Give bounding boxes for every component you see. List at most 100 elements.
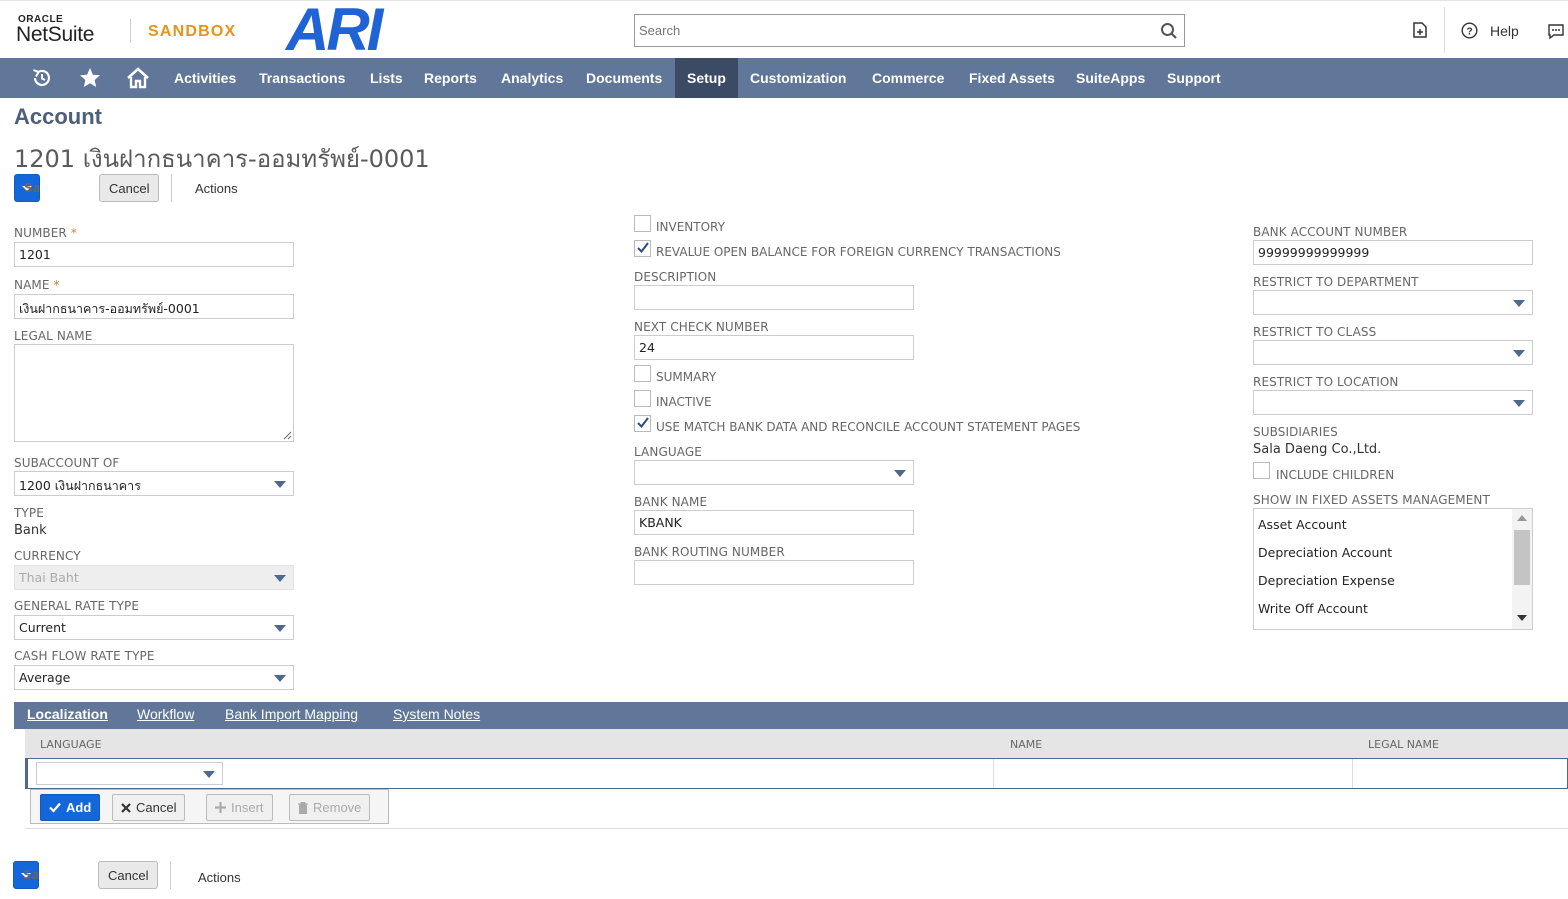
cell-divider: [1352, 759, 1353, 788]
general-rate-select[interactable]: Current: [14, 615, 294, 640]
save-button-label[interactable]: Save: [14, 862, 38, 888]
netsuite-logo[interactable]: NetSuite: [16, 23, 94, 47]
summary-checkbox[interactable]: [634, 365, 651, 382]
toolbar-divider: [170, 861, 171, 889]
grid-language-select[interactable]: [36, 762, 223, 785]
save-button[interactable]: Save: [14, 174, 40, 202]
nav-support[interactable]: Support: [1155, 58, 1233, 98]
help-link[interactable]: Help: [1490, 23, 1519, 39]
checkmark-icon: [637, 242, 649, 254]
number-label: NUMBER *: [14, 226, 77, 240]
fixed-assets-option[interactable]: Write Off Account: [1258, 601, 1368, 616]
nav-reports[interactable]: Reports: [412, 58, 489, 98]
sandbox-label: SANDBOX: [148, 23, 237, 40]
trash-icon: [298, 801, 308, 814]
recent-icon[interactable]: [30, 66, 54, 90]
restrict-location-select[interactable]: [1253, 390, 1533, 415]
tab-workflow[interactable]: Workflow: [137, 706, 194, 722]
description-field[interactable]: [634, 285, 914, 310]
nav-lists[interactable]: Lists: [358, 58, 415, 98]
search-icon[interactable]: [1160, 22, 1178, 40]
chat-icon[interactable]: [1547, 22, 1565, 40]
listbox-scrollbar[interactable]: [1512, 509, 1532, 629]
nav-fixed-assets[interactable]: Fixed Assets: [957, 58, 1067, 98]
subtab-bar: Localization Workflow Bank Import Mappin…: [14, 702, 1568, 729]
fixed-assets-option[interactable]: Asset Account: [1258, 517, 1347, 532]
localization-grid-header: LANGUAGE NAME LEGAL NAME: [25, 729, 1568, 759]
star-icon[interactable]: [78, 66, 102, 90]
grid-divider: [25, 828, 1568, 829]
number-field[interactable]: 1201: [14, 242, 294, 267]
nav-documents[interactable]: Documents: [574, 58, 674, 98]
currency-select: Thai Baht: [14, 565, 294, 590]
save-button-bottom[interactable]: Save: [13, 861, 39, 889]
include-children-checkbox[interactable]: [1253, 462, 1270, 479]
column-header-legal-name[interactable]: LEGAL NAME: [1368, 738, 1439, 751]
nav-customization[interactable]: Customization: [738, 58, 858, 98]
legal-name-textarea[interactable]: [14, 344, 294, 442]
routing-label: BANK ROUTING NUMBER: [634, 545, 785, 559]
chevron-down-icon: [274, 625, 286, 632]
global-search[interactable]: [634, 14, 1185, 47]
nav-commerce[interactable]: Commerce: [860, 58, 956, 98]
inventory-label: INVENTORY: [656, 220, 725, 234]
fixed-assets-multiselect[interactable]: Asset Account Depreciation Account Depre…: [1253, 508, 1533, 630]
cancel-button-bottom[interactable]: Cancel: [98, 861, 159, 889]
record-title: 1201 เงินฝากธนาคาร-ออมทรัพย์-0001: [14, 145, 430, 173]
tab-localization[interactable]: Localization: [27, 706, 108, 722]
resize-handle-icon[interactable]: [283, 431, 292, 440]
type-value: Bank: [14, 523, 47, 538]
recent-records-icon[interactable]: [1410, 20, 1430, 40]
type-label: TYPE: [14, 506, 44, 520]
next-check-field[interactable]: 24: [634, 335, 914, 360]
scroll-thumb[interactable]: [1514, 530, 1530, 585]
top-header: ORACLE NetSuite SANDBOX ARI ? Help: [0, 0, 1568, 60]
grid-add-button[interactable]: Add: [40, 794, 101, 821]
fixed-assets-option[interactable]: Depreciation Expense: [1258, 573, 1395, 588]
language-select[interactable]: [634, 460, 914, 485]
inventory-checkbox[interactable]: [634, 215, 651, 232]
tab-bank-import-mapping[interactable]: Bank Import Mapping: [225, 706, 358, 722]
name-label: NAME *: [14, 278, 60, 292]
match-bank-checkbox[interactable]: [634, 415, 651, 432]
actions-menu[interactable]: Actions: [195, 181, 238, 196]
column-header-name[interactable]: NAME: [1010, 738, 1042, 751]
home-icon[interactable]: [126, 66, 150, 90]
nav-suiteapps[interactable]: SuiteApps: [1064, 58, 1157, 98]
nav-transactions[interactable]: Transactions: [247, 58, 357, 98]
subaccount-select[interactable]: 1200 เงินฝากธนาคาร: [14, 471, 294, 496]
chevron-down-icon: [1513, 350, 1525, 357]
grid-cancel-button[interactable]: Cancel: [112, 794, 186, 821]
match-bank-label: USE MATCH BANK DATA AND RECONCILE ACCOUN…: [656, 420, 1081, 434]
nav-activities[interactable]: Activities: [162, 58, 248, 98]
scroll-up-icon: [1517, 515, 1527, 521]
save-button-label[interactable]: Save: [15, 175, 39, 201]
tab-system-notes[interactable]: System Notes: [393, 706, 480, 722]
inactive-checkbox[interactable]: [634, 390, 651, 407]
cash-flow-rate-select[interactable]: Average: [14, 665, 294, 690]
restrict-dept-select[interactable]: [1253, 290, 1533, 315]
localization-edit-row[interactable]: [25, 758, 1568, 789]
name-field[interactable]: เงินฝากธนาคาร-ออมทรัพย์-0001: [14, 294, 294, 319]
page-title: Account: [14, 104, 102, 129]
svg-text:?: ?: [1466, 26, 1472, 37]
grid-remove-button[interactable]: Remove: [289, 794, 371, 821]
bank-name-field[interactable]: KBANK: [634, 510, 914, 535]
fixed-assets-option[interactable]: Depreciation Account: [1258, 545, 1392, 560]
nav-setup[interactable]: Setup: [675, 58, 738, 98]
help-icon[interactable]: ?: [1461, 22, 1478, 39]
grid-insert-button[interactable]: Insert: [206, 794, 273, 821]
search-input[interactable]: [635, 15, 1135, 46]
restrict-class-select[interactable]: [1253, 340, 1533, 365]
actions-menu-bottom[interactable]: Actions: [198, 870, 241, 885]
nav-analytics[interactable]: Analytics: [489, 58, 575, 98]
bank-account-field[interactable]: 99999999999999: [1253, 240, 1533, 265]
column-header-language[interactable]: LANGUAGE: [40, 738, 102, 751]
scroll-down-icon: [1517, 615, 1527, 621]
header-divider: [1444, 7, 1445, 53]
cancel-button[interactable]: Cancel: [99, 174, 160, 202]
close-icon: [121, 802, 131, 813]
chevron-down-icon: [274, 575, 286, 582]
revalue-checkbox[interactable]: [634, 240, 651, 257]
routing-field[interactable]: [634, 560, 914, 585]
